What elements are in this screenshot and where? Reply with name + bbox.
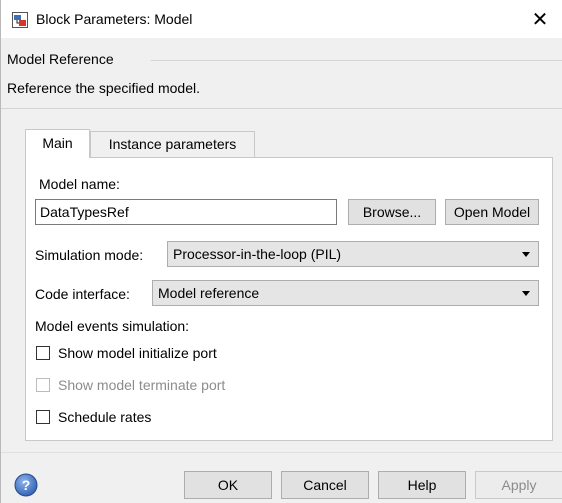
browse-button[interactable]: Browse... [348, 199, 436, 225]
help-question-icon[interactable]: ? [14, 473, 38, 497]
title-bar: Block Parameters: Model ✕ [1, 0, 562, 38]
schedule-rates-label: Schedule rates [58, 409, 152, 425]
tab-main[interactable]: Main [25, 129, 90, 158]
simulation-mode-select[interactable]: Processor-in-the-loop (PIL) [167, 241, 539, 267]
group-title: Model Reference [7, 51, 114, 67]
show-initialize-port-label: Show model initialize port [58, 345, 217, 361]
model-events-label: Model events simulation: [35, 318, 190, 334]
code-interface-label: Code interface: [35, 286, 130, 302]
simulation-mode-value: Processor-in-the-loop (PIL) [173, 246, 342, 262]
simulink-block-icon [12, 12, 28, 28]
model-name-input[interactable] [35, 199, 337, 225]
show-initialize-port-checkbox[interactable] [36, 346, 50, 360]
footer-divider [1, 452, 562, 453]
open-model-button[interactable]: Open Model [445, 199, 539, 225]
show-terminate-port-checkbox[interactable] [36, 378, 50, 392]
window-title: Block Parameters: Model [36, 11, 193, 27]
close-button[interactable]: ✕ [517, 0, 562, 38]
model-name-label: Model name: [39, 176, 120, 192]
apply-button[interactable]: Apply [475, 471, 562, 499]
help-button[interactable]: Help [378, 471, 466, 499]
simulation-mode-label: Simulation mode: [35, 247, 144, 263]
tab-instance-parameters[interactable]: Instance parameters [90, 131, 255, 157]
chevron-down-icon [522, 291, 530, 296]
code-interface-select[interactable]: Model reference [152, 280, 539, 306]
schedule-rates-checkbox[interactable] [36, 410, 50, 424]
block-description: Reference the specified model. [7, 80, 200, 96]
cancel-button[interactable]: Cancel [281, 471, 369, 499]
description-divider [1, 108, 562, 109]
svg-text:?: ? [22, 477, 31, 493]
block-parameters-dialog: Block Parameters: Model ✕ Model Referenc… [0, 0, 562, 503]
close-icon: ✕ [531, 8, 549, 31]
show-terminate-port-label: Show model terminate port [58, 377, 226, 393]
code-interface-value: Model reference [158, 285, 260, 301]
ok-button[interactable]: OK [184, 471, 272, 499]
group-divider [151, 60, 562, 61]
chevron-down-icon [522, 252, 530, 257]
